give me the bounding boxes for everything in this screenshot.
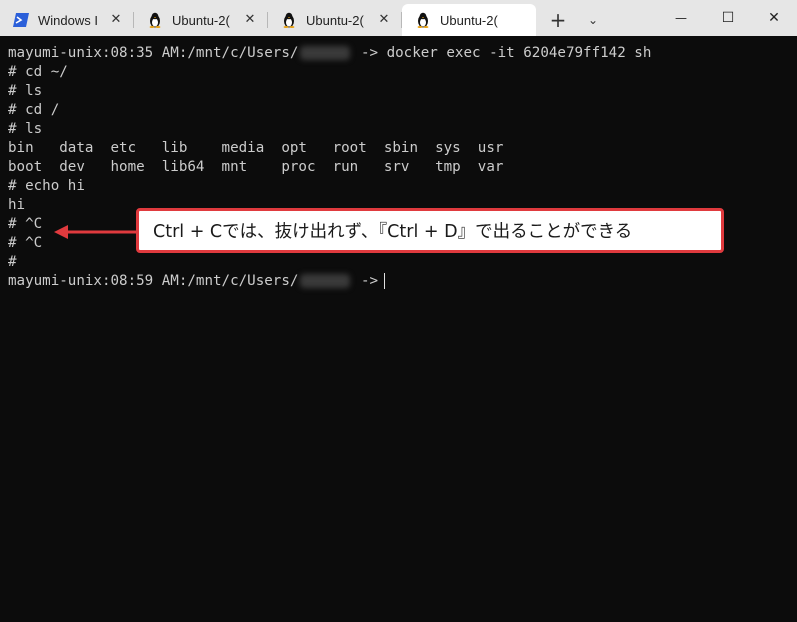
- terminal-line: # cd /: [8, 102, 60, 118]
- maximize-icon: ☐: [721, 10, 735, 26]
- text-cursor: [384, 273, 386, 289]
- tab-ubuntu-2[interactable]: Ubuntu-2( ✕: [268, 4, 402, 36]
- terminal-line: mayumi-unix:08:59 AM:/mnt/c/Users/ ->: [8, 272, 797, 291]
- title-bar: Windows I ✕ Ubuntu-2( ✕ Ubuntu-2( ✕ Ubun…: [0, 0, 797, 36]
- terminal-output[interactable]: mayumi-unix:08:35 AM:/mnt/c/Users/ -> do…: [0, 36, 797, 622]
- tab-ubuntu-1[interactable]: Ubuntu-2( ✕: [134, 4, 268, 36]
- terminal-line: bin data etc lib media opt root sbin sys…: [8, 140, 504, 156]
- linux-tux-icon: [414, 11, 432, 29]
- close-icon[interactable]: ✕: [376, 12, 392, 28]
- terminal-line: # echo hi: [8, 178, 85, 194]
- terminal-line: # ls: [8, 83, 43, 99]
- minimize-button[interactable]: —: [658, 0, 704, 36]
- close-window-button[interactable]: ✕: [751, 0, 797, 36]
- annotation-text: Ctrl + Cでは、抜け出れず、『Ctrl + D』で出ることができる: [153, 222, 633, 242]
- close-icon[interactable]: ✕: [242, 12, 258, 28]
- maximize-button[interactable]: ☐: [705, 0, 751, 36]
- linux-tux-icon: [280, 11, 298, 29]
- terminal-line: # ls: [8, 121, 43, 137]
- annotation-arrow-icon: [54, 225, 140, 239]
- terminal-line: mayumi-unix:08:35 AM:/mnt/c/Users/ -> do…: [8, 45, 652, 61]
- chevron-down-icon[interactable]: ⌄: [580, 4, 606, 36]
- terminal-line: #: [8, 254, 17, 270]
- tab-title: Ubuntu-2(: [306, 12, 364, 28]
- minimize-icon: —: [675, 11, 687, 25]
- close-icon: ✕: [768, 10, 780, 26]
- redacted-username: [300, 46, 351, 60]
- close-icon[interactable]: ✕: [108, 12, 124, 28]
- tab-title: Ubuntu-2(: [172, 12, 230, 28]
- linux-tux-icon: [146, 11, 164, 29]
- powershell-icon: [12, 11, 30, 29]
- terminal-line: # cd ~/: [8, 64, 68, 80]
- annotation-callout: Ctrl + Cでは、抜け出れず、『Ctrl + D』で出ることができる: [136, 208, 724, 253]
- tab-title: Ubuntu-2(: [440, 12, 498, 28]
- tab-windows-powershell[interactable]: Windows I ✕: [0, 4, 134, 36]
- terminal-line: boot dev home lib64 mnt proc run srv tmp…: [8, 159, 504, 175]
- redacted-username: [300, 274, 351, 288]
- new-tab-button[interactable]: +: [536, 4, 580, 36]
- tab-title: Windows I: [38, 12, 98, 28]
- tab-ubuntu-3-active[interactable]: Ubuntu-2(: [402, 4, 536, 36]
